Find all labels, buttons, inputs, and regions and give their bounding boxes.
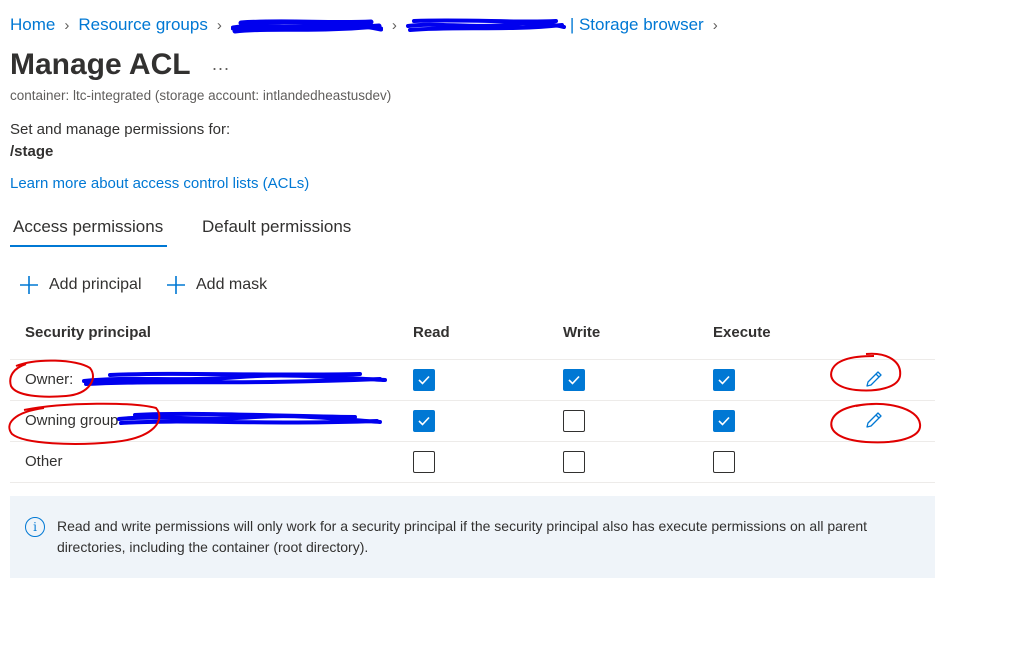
checkbox-other-execute[interactable] — [713, 451, 735, 473]
checkbox-owning-group-execute[interactable] — [713, 410, 735, 432]
checkbox-other-write[interactable] — [563, 451, 585, 473]
add-principal-label: Add principal — [49, 276, 142, 293]
table-header: Security principal Read Write Execute — [10, 318, 935, 360]
principal-name-owner: Owner: — [25, 371, 74, 388]
header-read: Read — [413, 324, 450, 341]
tab-default-permissions[interactable]: Default permissions — [202, 217, 351, 245]
chevron-right-icon: › — [391, 16, 397, 34]
more-options-button[interactable]: ... — [212, 54, 230, 75]
page-title: Manage ACL — [10, 48, 191, 81]
checkmark-icon — [718, 375, 730, 385]
tab-access-permissions[interactable]: Access permissions — [10, 217, 168, 247]
checkbox-owner-execute[interactable] — [713, 369, 735, 391]
table-row-owning-group: Owning group: — [10, 401, 935, 442]
breadcrumb-resource-group-redacted[interactable] — [230, 14, 383, 36]
chevron-right-icon: › — [216, 16, 222, 34]
info-icon: i — [25, 517, 45, 537]
checkmark-icon — [418, 375, 430, 385]
breadcrumb-storage-account-redacted[interactable] — [405, 14, 566, 36]
add-principal-button[interactable]: Add principal — [18, 272, 142, 298]
breadcrumb-home[interactable]: Home — [10, 15, 55, 35]
header-write: Write — [563, 324, 601, 341]
checkbox-owner-read[interactable] — [413, 369, 435, 391]
add-mask-button[interactable]: Add mask — [165, 272, 267, 298]
checkmark-icon — [568, 375, 580, 385]
checkbox-other-read[interactable] — [413, 451, 435, 473]
edit-pencil-icon[interactable] — [863, 368, 885, 390]
permissions-label: Set and manage permissions for: — [10, 121, 231, 138]
info-message-text: Read and write permissions will only wor… — [57, 518, 868, 555]
header-security-principal: Security principal — [25, 324, 151, 341]
checkmark-icon — [718, 416, 730, 426]
checkbox-owner-write[interactable] — [563, 369, 585, 391]
page-subtitle: container: ltc-integrated (storage accou… — [10, 88, 392, 103]
chevron-right-icon: › — [64, 16, 70, 34]
plus-icon — [167, 276, 185, 294]
table-row-owner: Owner: — [10, 360, 935, 401]
chevron-right-icon: › — [712, 16, 718, 34]
permissions-path: /stage — [10, 143, 54, 160]
principal-name-owning-group: Owning group: — [25, 412, 123, 429]
edit-pencil-icon[interactable] — [863, 409, 885, 431]
checkbox-owning-group-read[interactable] — [413, 410, 435, 432]
principal-name-other: Other — [25, 453, 63, 470]
breadcrumb-resource-groups[interactable]: Resource groups — [78, 15, 207, 35]
table-row-other: Other — [10, 442, 935, 483]
checkbox-owning-group-write[interactable] — [563, 410, 585, 432]
breadcrumb: Home › Resource groups › › | Storage bro… — [10, 14, 727, 36]
plus-icon — [20, 276, 38, 294]
header-execute: Execute — [713, 324, 771, 341]
breadcrumb-storage-browser[interactable]: | Storage browser — [570, 15, 704, 35]
learn-more-link[interactable]: Learn more about access control lists (A… — [10, 175, 309, 192]
principal-id-redacted — [117, 411, 382, 425]
principal-id-redacted — [82, 371, 387, 386]
checkmark-icon — [418, 416, 430, 426]
add-mask-label: Add mask — [196, 276, 268, 293]
info-message-box: i Read and write permissions will only w… — [10, 496, 935, 578]
acl-table: Security principal Read Write Execute Ow… — [10, 318, 935, 483]
